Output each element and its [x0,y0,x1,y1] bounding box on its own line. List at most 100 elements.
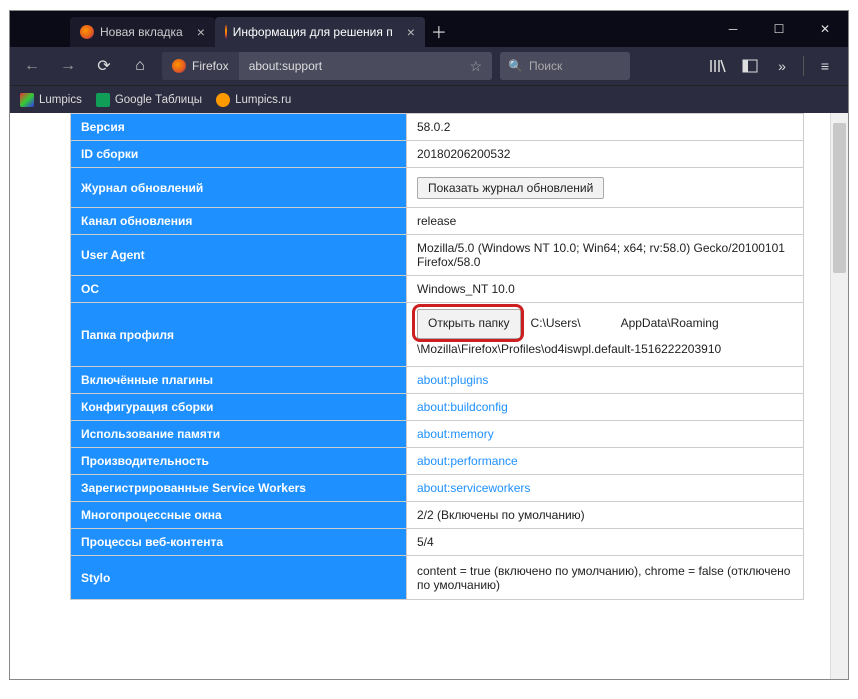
row-value: content = true (включено по умолчанию), … [407,556,804,600]
row-value: 5/4 [407,529,804,556]
sheets-icon [96,93,110,107]
toolbar-icons: » ≡ [703,52,840,80]
url-text[interactable]: about:support [239,59,460,73]
back-button[interactable]: ← [18,52,46,80]
home-button[interactable]: ⌂ [126,52,154,80]
circle-icon [216,93,230,107]
identity-box[interactable]: Firefox [162,52,239,80]
bookmark-lumpicsru[interactable]: Lumpics.ru [216,93,291,107]
firefox-icon [80,25,94,39]
forward-button[interactable]: → [54,52,82,80]
search-bar[interactable]: 🔍 Поиск [500,52,630,80]
row-value: about:memory [407,421,804,448]
table-row: Версия58.0.2 [71,114,804,141]
tab-support[interactable]: Информация для решения п × [215,17,425,47]
search-icon: 🔍 [508,59,523,73]
separator [803,56,804,76]
sidebar-icon[interactable] [735,52,765,80]
overflow-icon[interactable]: » [767,52,797,80]
table-row: Папка профиля Открыть папку C:\Users\ Ap… [71,303,804,367]
open-folder-button[interactable]: Открыть папку [417,309,521,339]
browser-window: Новая вкладка × Информация для решения п… [9,10,849,680]
firefox-icon [225,25,227,39]
bookmark-label: Google Таблицы [115,94,202,106]
table-row: Журнал обновлений Показать журнал обновле… [71,168,804,208]
close-icon[interactable]: × [407,25,415,39]
table-row: Использование памяти about:memory [71,421,804,448]
new-tab-button[interactable]: ＋ [425,17,453,45]
maximize-button[interactable]: ☐ [756,11,802,47]
search-placeholder: Поиск [529,59,562,73]
tab-label: Информация для решения п [233,25,393,39]
about-performance-link[interactable]: about:performance [417,454,518,468]
about-serviceworkers-link[interactable]: about:serviceworkers [417,481,530,495]
titlebar: Новая вкладка × Информация для решения п… [10,11,848,47]
row-label: ОС [71,276,407,303]
bookmark-lumpics[interactable]: Lumpics [20,93,82,107]
row-value: Mozilla/5.0 (Windows NT 10.0; Win64; x64… [407,235,804,276]
table-row: ID сборки20180206200532 [71,141,804,168]
bookmarks-bar: Lumpics Google Таблицы Lumpics.ru [10,85,848,113]
row-label: Конфигурация сборки [71,394,407,421]
row-value: Windows_NT 10.0 [407,276,804,303]
bookmark-star-icon[interactable]: ☆ [459,58,492,75]
tab-label: Новая вкладка [100,25,183,39]
table-row: Stylocontent = true (включено по умолчан… [71,556,804,600]
table-row: Многопроцессные окна2/2 (Включены по умо… [71,502,804,529]
support-table: Версия58.0.2 ID сборки20180206200532 Жур… [70,113,804,600]
table-row: Включённые плагины about:plugins [71,367,804,394]
profile-path-3: \Mozilla\Firefox\Profiles\od4iswpl.defau… [417,342,721,356]
identity-label: Firefox [192,59,229,73]
library-icon[interactable] [703,52,733,80]
minimize-button[interactable]: ─ [710,11,756,47]
tabs-strip: Новая вкладка × Информация для решения п… [10,11,710,47]
row-label: Процессы веб-контента [71,529,407,556]
row-value: about:buildconfig [407,394,804,421]
triangle-icon [20,93,34,107]
row-label: Канал обновления [71,208,407,235]
row-label: Папка профиля [71,303,407,367]
firefox-icon [172,59,186,73]
vertical-scrollbar[interactable] [830,113,848,679]
table-row: Производительность about:performance [71,448,804,475]
row-label: Stylo [71,556,407,600]
close-button[interactable]: ✕ [802,11,848,47]
profile-path-1: C:\Users\ [531,316,581,330]
table-row: User AgentMozilla/5.0 (Windows NT 10.0; … [71,235,804,276]
page-content: Версия58.0.2 ID сборки20180206200532 Жур… [10,113,848,679]
row-label: Версия [71,114,407,141]
window-controls: ─ ☐ ✕ [710,11,848,47]
row-label: ID сборки [71,141,407,168]
about-memory-link[interactable]: about:memory [417,427,494,441]
nav-toolbar: ← → ⟳ ⌂ Firefox about:support ☆ 🔍 Поиск … [10,47,848,85]
table-row: ОСWindows_NT 10.0 [71,276,804,303]
row-value: Показать журнал обновлений [407,168,804,208]
bookmark-gsheets[interactable]: Google Таблицы [96,93,202,107]
row-value: 20180206200532 [407,141,804,168]
row-label: Многопроцессные окна [71,502,407,529]
about-buildconfig-link[interactable]: about:buildconfig [417,400,508,414]
menu-icon[interactable]: ≡ [810,52,840,80]
address-bar[interactable]: Firefox about:support ☆ [162,52,492,80]
about-plugins-link[interactable]: about:plugins [417,373,488,387]
tab-new[interactable]: Новая вкладка × [70,17,215,47]
close-icon[interactable]: × [197,25,205,39]
row-value: about:serviceworkers [407,475,804,502]
row-value: 58.0.2 [407,114,804,141]
row-label: Зарегистрированные Service Workers [71,475,407,502]
table-row: Канал обновленияrelease [71,208,804,235]
show-update-log-button[interactable]: Показать журнал обновлений [417,177,604,199]
row-label: Журнал обновлений [71,168,407,208]
row-label: Использование памяти [71,421,407,448]
row-value: release [407,208,804,235]
reload-button[interactable]: ⟳ [90,52,118,80]
profile-path-2: AppData\Roaming [621,316,719,330]
bookmark-label: Lumpics.ru [235,94,291,106]
row-label: Производительность [71,448,407,475]
table-row: Процессы веб-контента5/4 [71,529,804,556]
row-value: about:performance [407,448,804,475]
row-label: Включённые плагины [71,367,407,394]
scroll-thumb[interactable] [833,123,846,273]
row-value: Открыть папку C:\Users\ AppData\Roaming … [407,303,804,367]
table-row: Зарегистрированные Service Workers about:… [71,475,804,502]
